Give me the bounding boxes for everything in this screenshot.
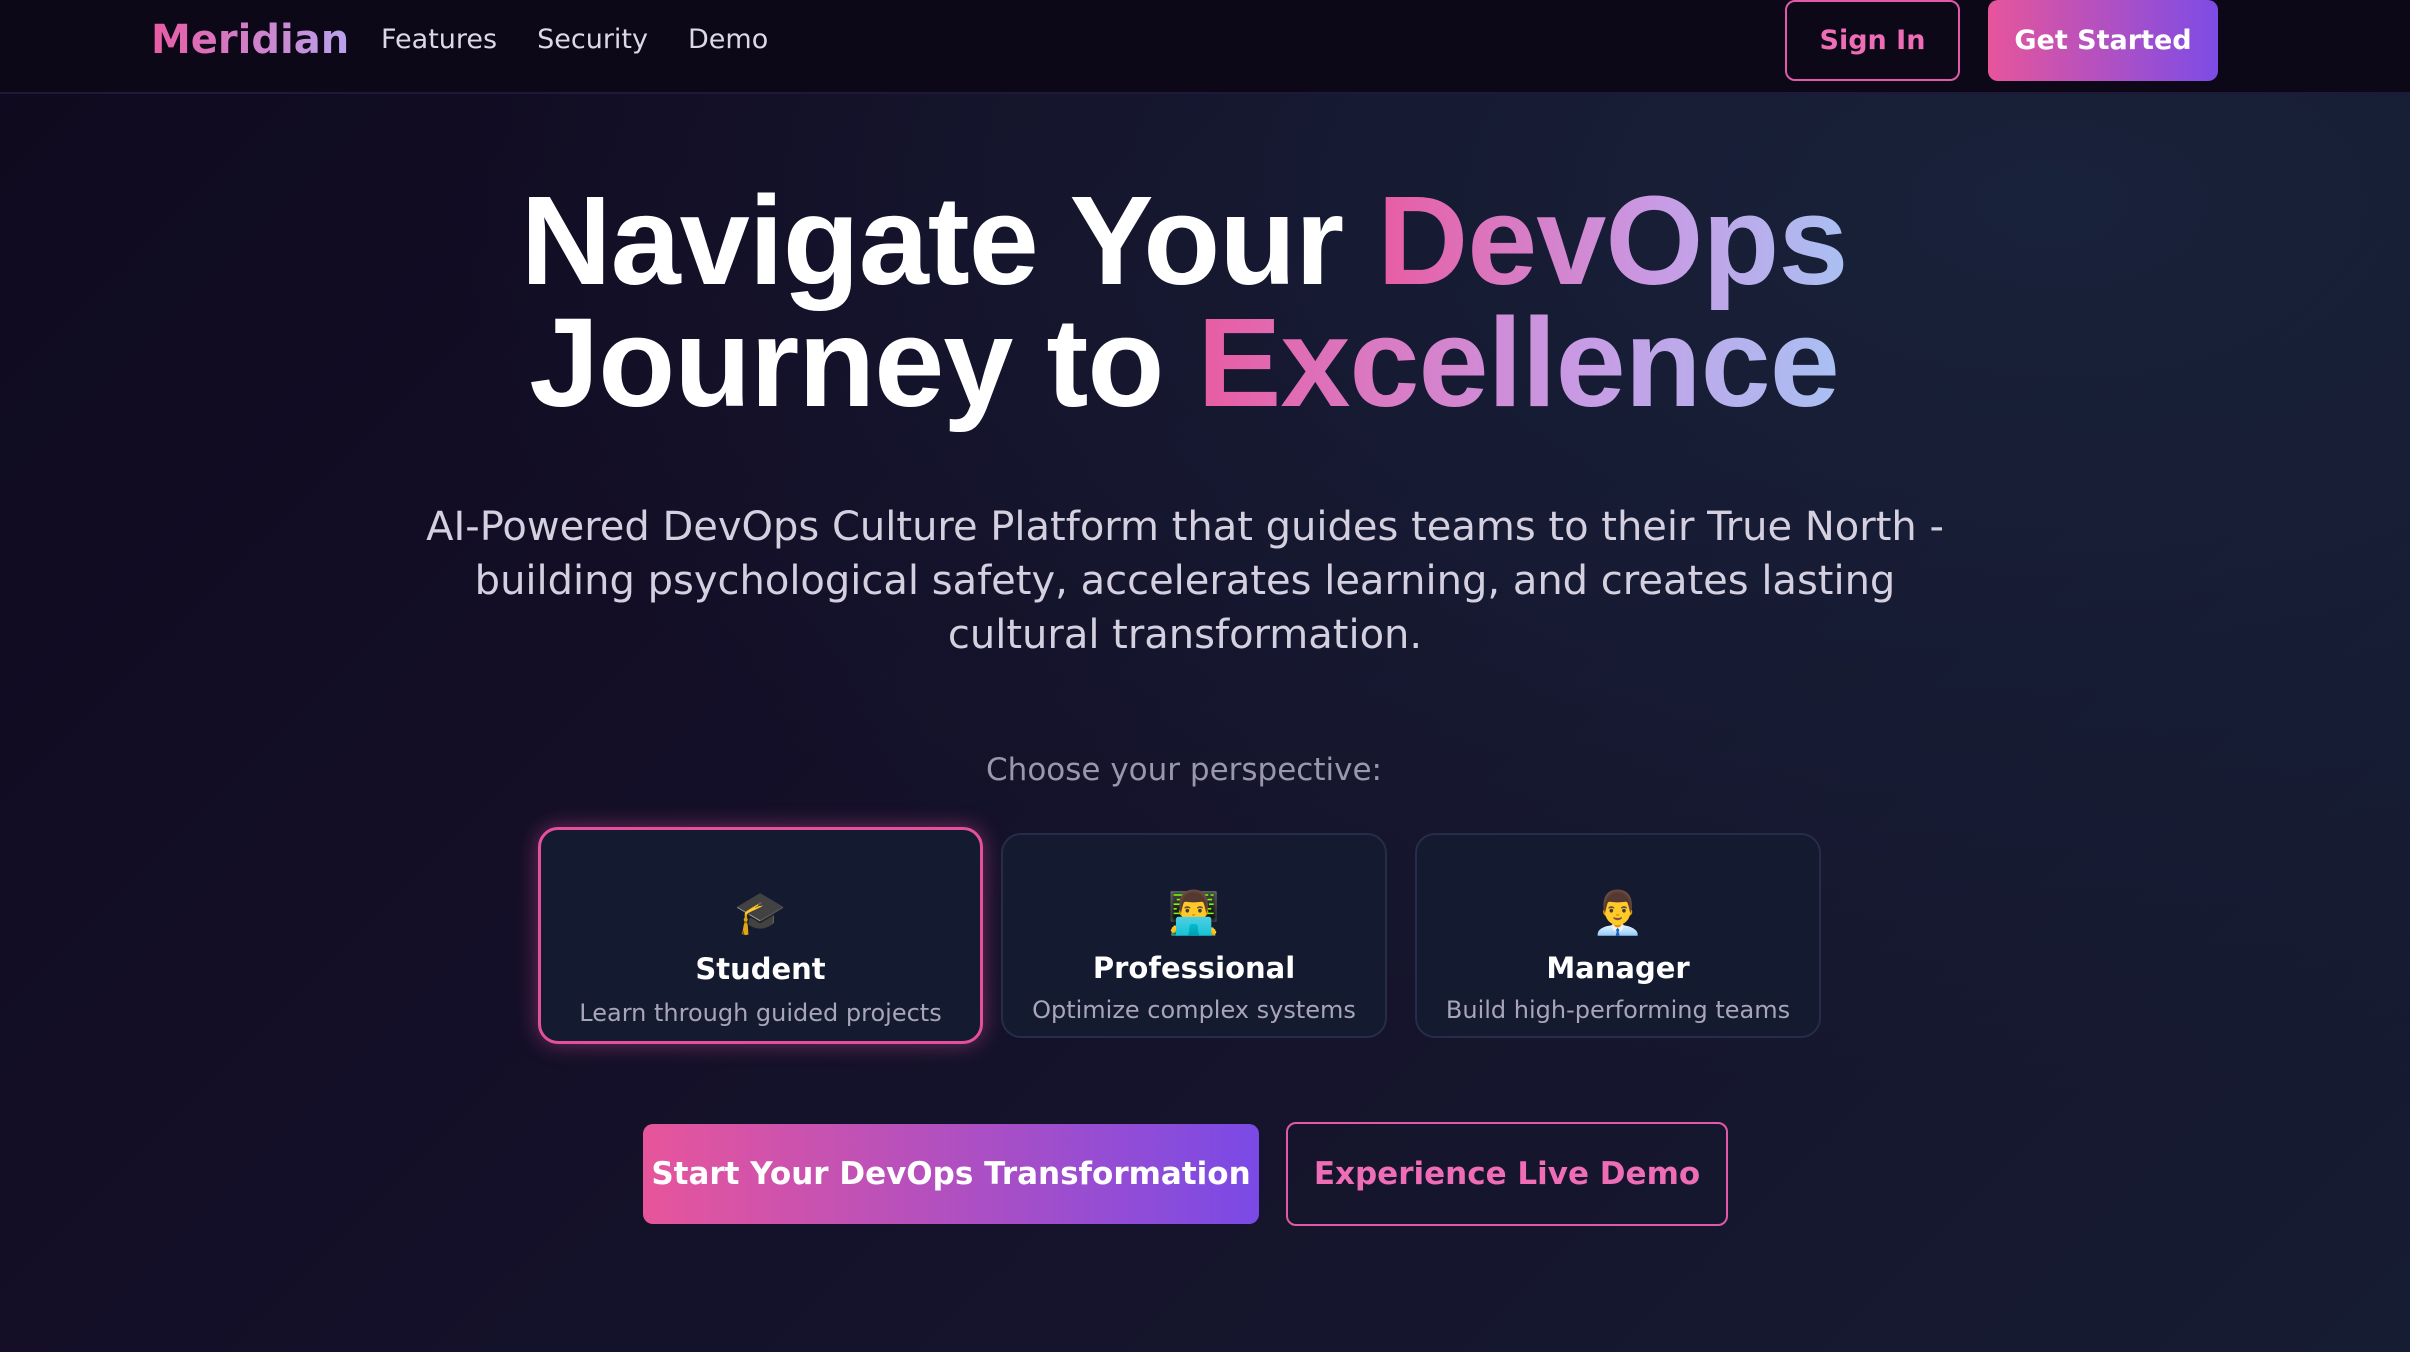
hero-subtitle: AI-Powered DevOps Culture Platform that …	[426, 504, 1944, 658]
hero-title-line2-plain: Journey to	[529, 292, 1164, 433]
brand-logo[interactable]: Meridian	[151, 14, 349, 66]
nav-link-demo[interactable]: Demo	[688, 22, 768, 58]
live-demo-button[interactable]: Experience Live Demo	[1286, 1122, 1728, 1226]
hero-title-line1: Navigate Your DevOps	[520, 170, 1849, 311]
sign-in-button[interactable]: Sign In	[1785, 0, 1960, 81]
nav-links: Features Security Demo	[381, 22, 808, 58]
technologist-icon: 👨‍💻	[1167, 888, 1221, 937]
hero-title-line2: Journey to Excellence	[529, 292, 1840, 433]
office-worker-icon: 👨‍💼	[1591, 888, 1645, 937]
perspective-prompt: Choose your perspective:	[986, 752, 1382, 788]
perspective-card-description: Build high-performing teams	[1445, 996, 1791, 1024]
graduation-cap-icon: 🎓	[734, 888, 787, 937]
hero-title-line1-accent: DevOps	[1377, 170, 1848, 311]
perspective-card-professional[interactable]: 👨‍💻 Professional Optimize complex system…	[1001, 833, 1387, 1038]
get-started-button[interactable]: Get Started	[1988, 0, 2218, 81]
perspective-card-title: Student	[695, 952, 826, 986]
start-transformation-button[interactable]: Start Your DevOps Transformation	[643, 1124, 1259, 1224]
hero-title: Navigate Your DevOps Journey to Excellen…	[0, 178, 2368, 426]
hero-title-line2-accent: Excellence	[1197, 292, 1839, 433]
perspective-card-student[interactable]: 🎓 Student Learn through guided projects	[538, 827, 983, 1044]
perspective-card-title: Professional	[1092, 951, 1296, 985]
nav-link-security[interactable]: Security	[537, 22, 648, 58]
perspective-card-description: Learn through guided projects	[579, 999, 942, 1027]
perspective-card-title: Manager	[1546, 951, 1690, 985]
perspective-card-description: Optimize complex systems	[1032, 996, 1356, 1024]
nav-link-features[interactable]: Features	[381, 22, 497, 58]
hero-title-line1-plain: Navigate Your	[520, 170, 1345, 311]
perspective-card-manager[interactable]: 👨‍💼 Manager Build high-performing teams	[1415, 833, 1821, 1038]
top-navbar: Meridian Features Security Demo Sign In …	[0, 0, 2410, 94]
